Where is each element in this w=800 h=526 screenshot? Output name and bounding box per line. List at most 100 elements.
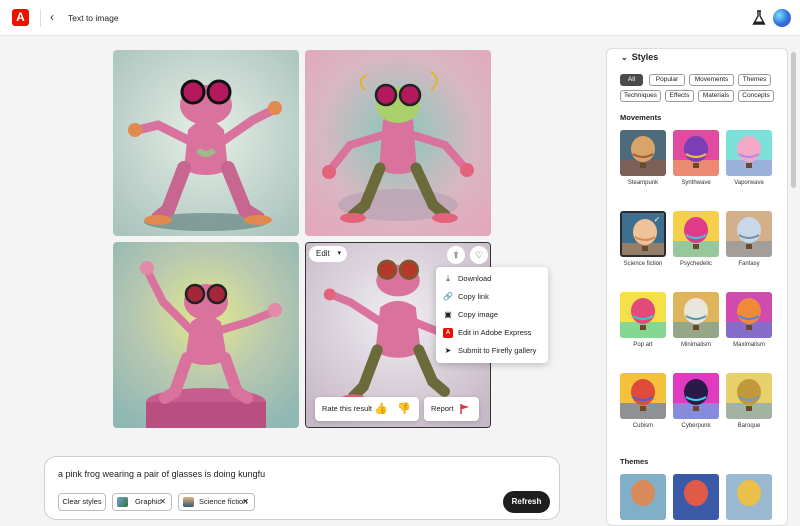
filter-materials[interactable]: Materials — [698, 90, 734, 102]
user-avatar[interactable] — [773, 9, 791, 27]
generated-image-2[interactable] — [305, 50, 491, 236]
chip-label: Graphic — [135, 497, 162, 506]
menu-item-download[interactable]: ⤓ Download — [436, 270, 548, 288]
filter-techniques[interactable]: Techniques — [620, 90, 661, 102]
style-tile-label: Psychedelic — [679, 261, 712, 267]
style-tile-cyberpunk[interactable] — [673, 373, 719, 419]
style-tile-label: Vaporwave — [734, 180, 764, 186]
flask-icon[interactable] — [752, 10, 766, 26]
hot-air-balloon-icon — [673, 474, 719, 520]
filter-themes[interactable]: Themes — [738, 74, 771, 86]
styles-panel-header[interactable]: ⌄ Styles — [621, 52, 658, 62]
adobe-express-icon: A — [443, 328, 453, 338]
menu-item-edit-in-express[interactable]: A Edit in Adobe Express — [436, 324, 548, 342]
adobe-logo-icon[interactable]: A — [12, 9, 29, 26]
report-label: Report — [431, 404, 454, 413]
style-tile-maximalism[interactable] — [726, 292, 772, 338]
hot-air-balloon-icon — [673, 211, 719, 257]
generated-image-1[interactable] — [113, 50, 299, 236]
favorite-heart-icon[interactable]: ♡ — [470, 246, 488, 264]
hot-air-balloon-icon — [620, 474, 666, 520]
filter-popular[interactable]: Popular — [649, 74, 685, 86]
hot-air-balloon-icon — [726, 292, 772, 338]
send-icon: ➤ — [444, 346, 452, 355]
chevron-down-icon: ▾ — [337, 250, 341, 257]
style-tile-cubism[interactable] — [620, 373, 666, 419]
style-tile-label: Minimalism — [681, 342, 711, 348]
menu-item-copy-link[interactable]: 🔗 Copy link — [436, 288, 548, 306]
remove-chip-icon[interactable]: ✕ — [242, 494, 249, 510]
refresh-button[interactable]: Refresh — [503, 491, 550, 513]
header-divider — [40, 9, 41, 27]
flag-icon — [460, 404, 469, 414]
style-tile-label: Cubism — [632, 423, 654, 429]
filter-all[interactable]: All — [620, 74, 643, 86]
top-bar: A ‹ Text to image — [0, 0, 800, 36]
share-icon[interactable]: ⇪ — [447, 246, 465, 264]
style-tile-label: Fantasy — [738, 261, 760, 267]
style-tile-label: Synthwave — [681, 180, 711, 186]
panel-scrollbar[interactable] — [791, 52, 796, 188]
menu-item-label: Edit in Adobe Express — [458, 328, 532, 337]
style-tile-label: Steampunk — [627, 180, 659, 186]
remove-chip-icon[interactable]: ✕ — [159, 494, 166, 510]
theme-tile-2[interactable] — [673, 474, 719, 520]
hot-air-balloon-icon — [673, 373, 719, 419]
style-tile-steampunk[interactable] — [620, 130, 666, 176]
hot-air-balloon-icon — [620, 292, 666, 338]
chip-label: Science fiction — [199, 497, 248, 506]
prompt-box: a pink frog wearing a pair of glasses is… — [44, 456, 560, 520]
generated-image-3[interactable] — [113, 242, 299, 428]
hot-air-balloon-icon — [726, 373, 772, 419]
frog-image-2 — [305, 50, 491, 236]
style-tile-baroque[interactable] — [726, 373, 772, 419]
menu-item-label: Copy image — [458, 310, 499, 319]
rate-result-box: Rate this result 👍 👎 — [315, 397, 419, 421]
frog-image-3 — [113, 242, 299, 428]
edit-dropdown-button[interactable]: Edit ▾ — [309, 246, 347, 262]
theme-tile-1[interactable] — [620, 474, 666, 520]
checkmark-icon: ✓ — [653, 215, 661, 224]
style-tile-minimalism[interactable] — [673, 292, 719, 338]
style-chip-graphic[interactable]: Graphic ✕ — [112, 493, 172, 511]
style-tile-science-fiction[interactable]: ✓ — [620, 211, 666, 257]
download-icon: ⤓ — [446, 274, 450, 283]
theme-tile-3[interactable] — [726, 474, 772, 520]
chevron-down-icon: ⌄ — [621, 53, 628, 62]
style-tile-label: Pop art — [633, 342, 653, 348]
hot-air-balloon-icon — [726, 474, 772, 520]
page-title: Text to image — [68, 13, 119, 23]
menu-item-copy-image[interactable]: ▣ Copy image — [436, 306, 548, 324]
style-tile-label: Maximalism — [733, 342, 765, 348]
style-tile-pop-art[interactable] — [620, 292, 666, 338]
prompt-input[interactable]: a pink frog wearing a pair of glasses is… — [58, 469, 265, 479]
style-tile-label: Science fiction — [623, 261, 663, 267]
filter-concepts[interactable]: Concepts — [738, 90, 774, 102]
style-tile-fantasy[interactable] — [726, 211, 772, 257]
style-tile-synthwave[interactable] — [673, 130, 719, 176]
clear-styles-button[interactable]: Clear styles — [58, 493, 106, 511]
frog-image-1 — [113, 50, 299, 236]
filter-effects[interactable]: Effects — [665, 90, 694, 102]
style-tile-label: Baroque — [737, 423, 761, 429]
styles-title: Styles — [631, 52, 659, 62]
menu-item-label: Copy link — [458, 292, 489, 301]
hot-air-balloon-icon — [726, 130, 772, 176]
back-arrow-icon[interactable]: ‹ — [50, 10, 54, 24]
hot-air-balloon-icon — [673, 130, 719, 176]
style-tile-psychedelic[interactable] — [673, 211, 719, 257]
hot-air-balloon-icon — [673, 292, 719, 338]
thumbs-up-icon[interactable]: 👍 — [374, 401, 388, 417]
filter-movements[interactable]: Movements — [689, 74, 734, 86]
style-tile-vaporwave[interactable] — [726, 130, 772, 176]
report-button[interactable]: Report — [424, 397, 479, 421]
themes-heading: Themes — [620, 457, 649, 466]
hot-air-balloon-icon — [620, 130, 666, 176]
movements-heading: Movements — [620, 113, 662, 122]
style-chip-science-fiction[interactable]: Science fiction ✕ — [178, 493, 255, 511]
thumbs-down-icon[interactable]: 👎 — [397, 401, 411, 417]
image-actions-menu: ⤓ Download 🔗 Copy link ▣ Copy image A Ed… — [436, 267, 548, 363]
menu-item-submit-gallery[interactable]: ➤ Submit to Firefly gallery — [436, 342, 548, 360]
hot-air-balloon-icon — [620, 373, 666, 419]
styles-panel: ⌄ Styles All Popular Movements Themes Tec… — [606, 48, 788, 526]
